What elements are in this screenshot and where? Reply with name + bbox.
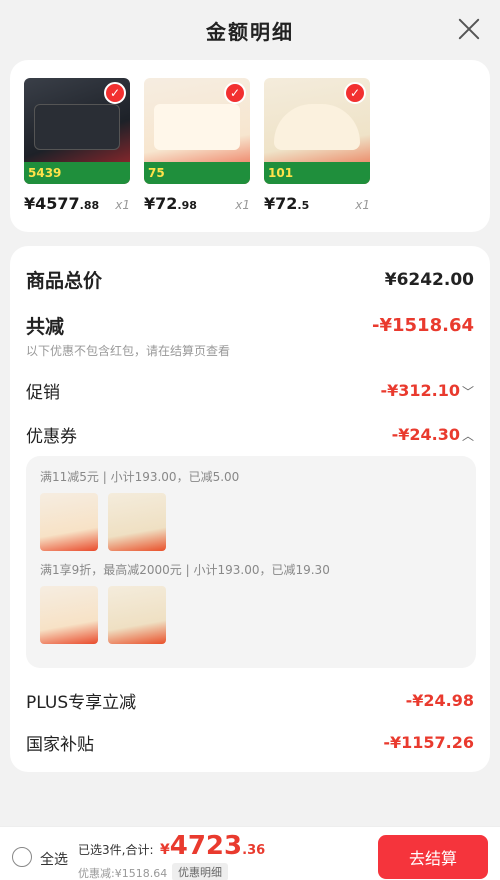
amount-details: 商品总价 ¥6242.00 共减 -¥1518.64 以下优惠不包含红包，请在结… [10,246,490,772]
checkmark-icon[interactable]: ✓ [224,82,246,104]
discount-detail-button[interactable]: 优惠明细 [172,863,228,880]
promo-value: -¥312.10 [380,381,460,400]
product-image: ✓ 101 [264,78,370,184]
coupon-thumbs [40,493,462,551]
checkmark-icon[interactable]: ✓ [344,82,366,104]
product-list: ✓ 5439 ¥4577.88 x1 ✓ 75 ¥72.98 x1 ✓ 101 … [10,60,490,232]
subsidy-row: 国家补贴 -¥1157.26 [26,730,474,755]
product-badge: 5439 [24,162,130,184]
chevron-up-icon[interactable]: ︿ [462,427,474,444]
product-price: ¥72.5 [264,194,310,213]
product-thumb[interactable] [40,586,98,644]
product-item[interactable]: ✓ 101 ¥72.5 x1 [264,78,370,214]
coupon-value: -¥24.30 [391,425,460,444]
plus-value: -¥24.98 [405,691,474,710]
goods-total-label: 商品总价 [26,270,103,292]
product-thumb[interactable] [108,493,166,551]
select-all-label[interactable]: 全选 [40,849,68,869]
promo-label: 促销 [26,383,60,403]
product-item[interactable]: ✓ 75 ¥72.98 x1 [144,78,250,214]
product-thumb[interactable] [108,586,166,644]
close-icon[interactable] [456,16,482,42]
subsidy-value: -¥1157.26 [383,733,474,752]
checkmark-icon[interactable]: ✓ [104,82,126,104]
discount-row: 共减 -¥1518.64 [26,312,474,339]
product-image: ✓ 75 [144,78,250,184]
dishwasher-shape [34,104,120,150]
page-title: 金额明细 [206,19,294,44]
discount-summary: 优惠减:¥1518.64 [78,867,168,880]
chevron-down-icon[interactable]: ﹀ [462,383,474,400]
promo-row[interactable]: 促销 -¥312.10 ﹀ [26,378,474,403]
coupon-thumbs [40,586,462,644]
discount-note: 以下优惠不包含红包，请在结算页查看 [26,344,231,358]
goods-total-row: 商品总价 ¥6242.00 [26,266,474,293]
coupon-row[interactable]: 优惠券 -¥24.30 ︿ [26,422,474,447]
product-badge: 101 [264,162,370,184]
coupon-value-wrap: -¥24.30 ︿ [392,425,474,444]
coupon-line: 满11减5元 | 小计193.00，已减5.00 [40,470,240,484]
product-price: ¥4577.88 [24,194,100,213]
subsidy-label: 国家补贴 [26,735,94,755]
plus-label: PLUS专享立减 [26,693,137,713]
select-all-radio[interactable] [12,847,32,867]
discount-value: -¥1518.64 [372,315,474,336]
product-image: ✓ 5439 [24,78,130,184]
checkout-bar: 全选 已选3件,合计: ¥4723.36 优惠减:¥1518.64 优惠明细 去… [0,826,500,880]
product-badge: 75 [144,162,250,184]
promo-value-wrap: -¥312.10 ﹀ [380,381,474,400]
pot-shape [274,104,360,150]
coupon-label: 优惠券 [26,427,77,447]
goods-total-value: ¥6242.00 [384,269,474,290]
header: 金额明细 [0,0,500,60]
total-price: ¥4723.36 [160,831,266,861]
checkout-button[interactable]: 去结算 [378,835,488,879]
steamer-shape [154,104,240,150]
product-thumb[interactable] [40,493,98,551]
product-item[interactable]: ✓ 5439 ¥4577.88 x1 [24,78,130,214]
discount-label: 共减 [26,316,65,338]
selection-summary: 已选3件,合计: [78,843,154,857]
product-qty: x1 [235,198,250,212]
product-qty: x1 [115,198,130,212]
product-qty: x1 [355,198,370,212]
coupon-detail-box: 满11减5元 | 小计193.00，已减5.00 满1享9折，最高减2000元 … [26,456,476,668]
product-price: ¥72.98 [144,194,197,213]
coupon-line: 满1享9折，最高减2000元 | 小计193.00，已减19.30 [40,563,330,577]
plus-row: PLUS专享立减 -¥24.98 [26,688,474,713]
